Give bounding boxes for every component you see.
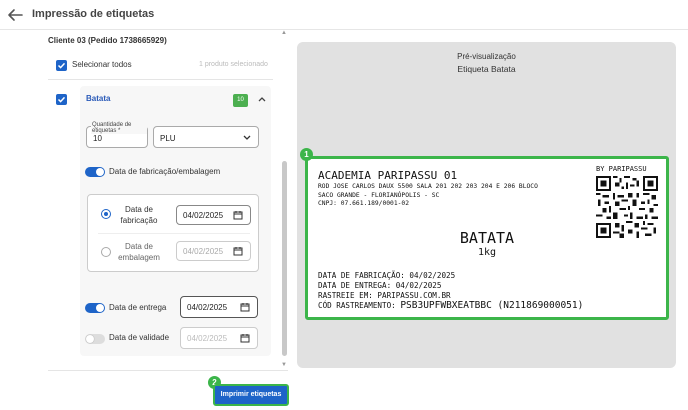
quantity-badge: 10: [233, 94, 248, 107]
label-company: ACADEMIA PARIPASSU 01: [318, 169, 458, 182]
delivery-toggle-label: Data de entrega: [109, 303, 167, 312]
fabrication-options-box: Data de fabricação 04/02/2025 Data de em…: [87, 194, 259, 272]
label-dates: DATA DE FABRICAÇÃO: 04/02/2025 DATA DE E…: [318, 271, 583, 311]
step-marker-1: 1: [300, 148, 313, 161]
top-bar: Impressão de etiquetas: [0, 0, 688, 30]
label-product-name: BATATA: [459, 229, 515, 247]
fabrication-date-field[interactable]: 04/02/2025: [176, 205, 251, 225]
label-delivery-date: DATA DE ENTREGA: 04/02/2025: [318, 281, 442, 290]
preview-heading: Pré-visualização: [457, 52, 516, 61]
divider: [48, 370, 288, 371]
packaging-date-radio[interactable]: [101, 247, 111, 257]
chevron-down-icon: [243, 135, 251, 140]
validity-toggle-label: Data de validade: [109, 333, 170, 342]
label-tracking-code: PSB3UPFWBXEATBBC (N211869000051): [400, 300, 584, 311]
label-brand: BY PARIPASSU: [596, 165, 647, 173]
validity-date-field[interactable]: 04/02/2025: [180, 327, 258, 349]
unit-select[interactable]: PLU: [153, 126, 259, 148]
calendar-icon[interactable]: [240, 333, 250, 343]
fabrication-date-radio[interactable]: [101, 209, 111, 219]
label-cnpj: CNPJ: 07.661.189/0001-02: [318, 200, 409, 207]
calendar-icon[interactable]: [240, 302, 250, 312]
label-preview: ACADEMIA PARIPASSU 01 ROD JOSE CARLOS DA…: [305, 156, 669, 320]
label-address-line: ROD JOSE CARLOS DAUX 5500 SALA 201 202 2…: [318, 183, 538, 190]
print-labels-button[interactable]: Imprimir etiquetas: [213, 384, 289, 406]
fabrication-date-label: Data de fabricação: [120, 205, 158, 225]
quantity-value: 10: [93, 134, 102, 143]
label-fabrication-date: DATA DE FABRICAÇÃO: 04/02/2025: [318, 271, 456, 280]
product-checkbox[interactable]: [56, 94, 67, 105]
page-title: Impressão de etiquetas: [32, 8, 155, 20]
select-all-checkbox[interactable]: [56, 60, 67, 71]
scroll-up-arrow[interactable]: ▲: [281, 30, 287, 36]
divider: [48, 79, 273, 80]
scroll-down-arrow[interactable]: ▼: [281, 362, 287, 368]
selected-count: 1 produto selecionado: [199, 61, 268, 68]
validity-date-value: 04/02/2025: [187, 334, 228, 343]
quantity-label: Quantidade de etiquetas *: [91, 122, 147, 134]
label-tracking-code-row: CÓD RASTREAMENTO: PSB3UPFWBXEATBBC (N211…: [318, 301, 583, 311]
preview-subheading: Etiqueta Batata: [457, 64, 516, 74]
delivery-toggle[interactable]: [85, 303, 105, 313]
packaging-date-value: 04/02/2025: [183, 247, 224, 256]
delivery-date-value: 04/02/2025: [187, 303, 228, 312]
fabrication-toggle-label: Data de fabricação/embalagem: [109, 167, 221, 176]
label-address-line: SACO GRANDE - FLORIANÓPOLIS - SC: [318, 191, 440, 199]
order-form-panel: Cliente 03 (Pedido 1738665929) Seleciona…: [0, 30, 290, 410]
packaging-date-label: Data de embalagem: [118, 242, 160, 262]
calendar-icon[interactable]: [233, 246, 243, 256]
client-order-title: Cliente 03 (Pedido 1738665929): [48, 36, 167, 45]
arrow-left-icon[interactable]: [6, 7, 24, 23]
select-all-label: Selecionar todos: [72, 60, 132, 69]
validity-toggle[interactable]: [85, 334, 105, 344]
quantity-field[interactable]: Quantidade de etiquetas * 10: [86, 122, 148, 148]
delivery-date-field[interactable]: 04/02/2025: [180, 296, 258, 318]
divider: [98, 233, 250, 234]
label-address: ROD JOSE CARLOS DAUX 5500 SALA 201 202 2…: [318, 183, 538, 209]
product-name: Batata: [86, 94, 111, 103]
label-weight: 1kg: [477, 247, 497, 258]
check-icon: [57, 62, 66, 69]
fabrication-date-value: 04/02/2025: [183, 211, 224, 220]
check-icon: [57, 96, 66, 103]
packaging-date-field[interactable]: 04/02/2025: [176, 241, 251, 261]
unit-value: PLU: [160, 134, 176, 143]
scrollbar-thumb[interactable]: [282, 161, 287, 356]
chevron-up-icon[interactable]: [258, 96, 266, 102]
preview-panel: Pré-visualização Etiqueta Batata ACADEMI…: [297, 42, 676, 368]
label-tracking-code-label: CÓD RASTREAMENTO:: [318, 301, 396, 310]
fabrication-toggle[interactable]: [85, 167, 105, 177]
calendar-icon[interactable]: [233, 210, 243, 220]
product-card: Batata 10 Quantidade de etiquetas * 10 P…: [80, 86, 271, 356]
